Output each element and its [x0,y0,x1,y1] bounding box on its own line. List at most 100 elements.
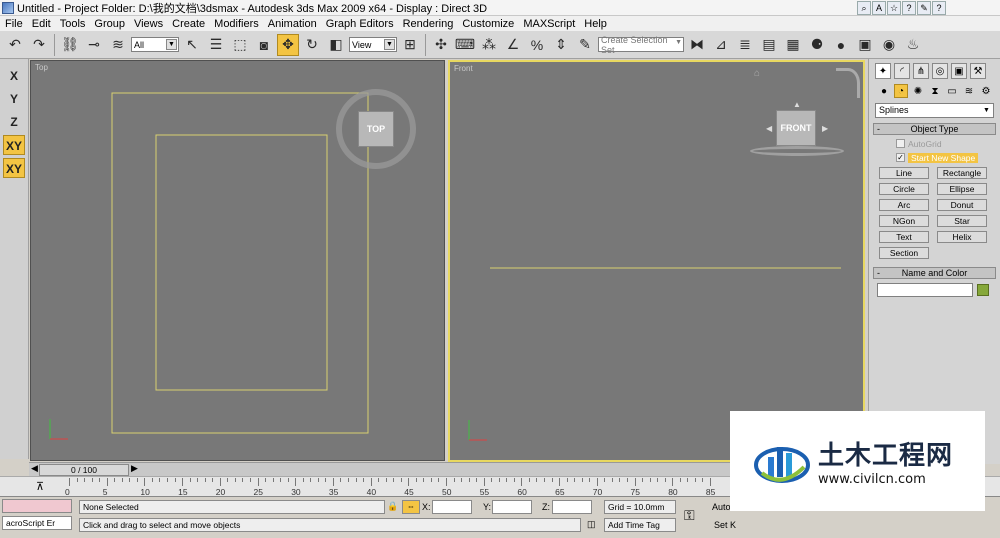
z-coord-input[interactable] [552,500,592,514]
question-icon[interactable]: ? [902,1,916,15]
unlink-icon[interactable]: ⊸ [83,34,105,56]
axis-y-button[interactable]: Y [3,89,25,109]
create-tab-icon[interactable]: ✦ [875,63,891,79]
spacewarps-icon[interactable]: ≋ [962,84,976,98]
viewcube-face-top[interactable]: TOP [358,111,394,147]
helix-button[interactable]: Helix [937,231,987,243]
mini-curve-editor-icon[interactable]: ⊼ [36,480,44,493]
render-production-icon[interactable]: ◉ [878,34,900,56]
selection-filter-select[interactable]: All ▼ [131,37,179,52]
viewcube-compass[interactable] [750,146,844,156]
select-and-scale-icon[interactable]: ◧ [325,34,347,56]
search-icon[interactable]: ⌕ [857,1,871,15]
object-name-input[interactable] [877,283,973,297]
name-and-color-rollout[interactable]: - Name and Color [873,267,996,279]
utilities-tab-icon[interactable]: ⚒ [970,63,986,79]
time-tag-icon[interactable]: ◫ [587,519,596,530]
rectangle-outer-shape[interactable] [111,92,369,434]
line-button[interactable]: Line [879,167,929,179]
axis-x-button[interactable]: X [3,66,25,86]
systems-icon[interactable]: ⚙ [979,84,993,98]
shape-category-select[interactable]: Splines ▼ [875,103,994,118]
maxscript-mini-listener[interactable] [2,499,72,513]
angle-snap-icon[interactable]: ∠ [502,34,524,56]
pivot-center-icon[interactable]: ⊞ [399,34,421,56]
modify-tab-icon[interactable]: ◜ [894,63,910,79]
menu-tools[interactable]: Tools [55,18,90,30]
rectangular-selection-icon[interactable]: ⬚ [229,34,251,56]
cameras-icon[interactable]: ⧗ [928,84,942,98]
select-and-move-icon[interactable]: ✥ [277,33,299,56]
select-object-icon[interactable]: ↖ [181,34,203,56]
layer-manager-icon[interactable]: ≣ [734,34,756,56]
ngon-button[interactable]: NGon [879,215,929,227]
geometry-icon[interactable]: ● [877,84,891,98]
x-coord-input[interactable] [432,500,472,514]
rectangle-inner-shape[interactable] [155,134,328,391]
text-button[interactable]: Text [879,231,929,243]
start-new-shape-box[interactable]: ✓ [896,153,905,162]
menu-graph-editors[interactable]: Graph Editors [321,18,398,30]
viewport-front[interactable]: Front ▲ ◀ ▶ FRONT ⌂ [448,60,865,462]
named-selection-set-input[interactable]: Create Selection Set ▼ [598,35,684,55]
link-icon[interactable]: ⛓ [59,34,81,56]
snaps-toggle-icon[interactable]: ⁂ [478,34,500,56]
graphite-ribbon-icon[interactable]: ▤ [758,34,780,56]
lights-icon[interactable]: ✺ [911,84,925,98]
star-icon[interactable]: ☆ [887,1,901,15]
wrench-icon[interactable]: ✎ [917,1,931,15]
font-icon[interactable]: A [872,1,886,15]
menu-file[interactable]: File [0,18,27,30]
curve-editor-icon[interactable]: ▦ [782,34,804,56]
menu-help[interactable]: Help [579,18,611,30]
menu-create[interactable]: Create [167,18,209,30]
object-color-swatch[interactable] [977,284,989,296]
time-slider-handle[interactable]: 0 / 100 [39,464,129,476]
start-new-shape-checkbox[interactable]: ✓ Start New Shape [896,152,1000,163]
bind-spacewarp-icon[interactable]: ≋ [107,34,129,56]
spinner-snap-icon[interactable]: ⇕ [550,34,572,56]
time-slider-next-icon[interactable]: ▶ [131,463,138,474]
select-manipulate-icon[interactable]: ✣ [430,34,452,56]
axis-z-button[interactable]: Z [3,112,25,132]
edit-named-selection-icon[interactable]: ✎ [574,34,596,56]
menu-rendering[interactable]: Rendering [398,18,458,30]
viewcube-top[interactable]: TOP [336,89,416,169]
auto-key-button[interactable]: Auto [712,502,731,512]
time-slider-prev-icon[interactable]: ◀ [31,463,38,474]
set-key-button[interactable]: Set K [714,520,736,530]
axis-xy-button[interactable]: XY [3,135,25,155]
help-icon[interactable]: ? [932,1,946,15]
hierarchy-tab-icon[interactable]: ⋔ [913,63,929,79]
display-tab-icon[interactable]: ▣ [951,63,967,79]
circle-button[interactable]: Circle [879,183,929,195]
viewcube-front[interactable]: ▲ ◀ ▶ FRONT [750,100,846,160]
quick-render-teapot-icon[interactable]: ♨ [902,34,924,56]
autogrid-checkbox[interactable]: AutoGrid [896,138,1000,149]
render-setup-icon[interactable]: ▣ [854,34,876,56]
axis-xy-cycle-button[interactable]: XY [3,158,25,178]
shapes-icon[interactable]: ◔ [894,84,908,98]
helpers-icon[interactable]: ▭ [945,84,959,98]
maxscript-listener-output[interactable]: acroScript Er [2,516,72,530]
section-button[interactable]: Section [879,247,929,259]
viewcube-arrow-up-icon[interactable]: ▲ [793,100,801,109]
rectangle-button[interactable]: Rectangle [937,167,987,179]
undo-icon[interactable]: ↶ [4,34,26,56]
menu-maxscript[interactable]: MAXScript [518,18,579,30]
ellipse-button[interactable]: Ellipse [937,183,987,195]
add-time-tag-button[interactable]: Add Time Tag [604,518,676,532]
menu-edit[interactable]: Edit [27,18,55,30]
viewcube-arrow-left-icon[interactable]: ◀ [766,124,772,133]
autogrid-box[interactable] [896,139,905,148]
select-by-name-icon[interactable]: ☰ [205,34,227,56]
viewcube-face-front[interactable]: FRONT [776,110,816,146]
start-new-shape-button[interactable]: Start New Shape [908,152,979,163]
redo-icon[interactable]: ↷ [28,34,50,56]
lock-selection-icon[interactable]: 🔒 [387,501,398,512]
menu-modifiers[interactable]: Modifiers [209,18,263,30]
reference-coord-select[interactable]: View ▼ [349,37,397,52]
donut-button[interactable]: Donut [937,199,987,211]
keyboard-shortcut-icon[interactable]: ⌨ [454,34,476,56]
viewcube-arrow-right-icon[interactable]: ▶ [822,124,828,133]
